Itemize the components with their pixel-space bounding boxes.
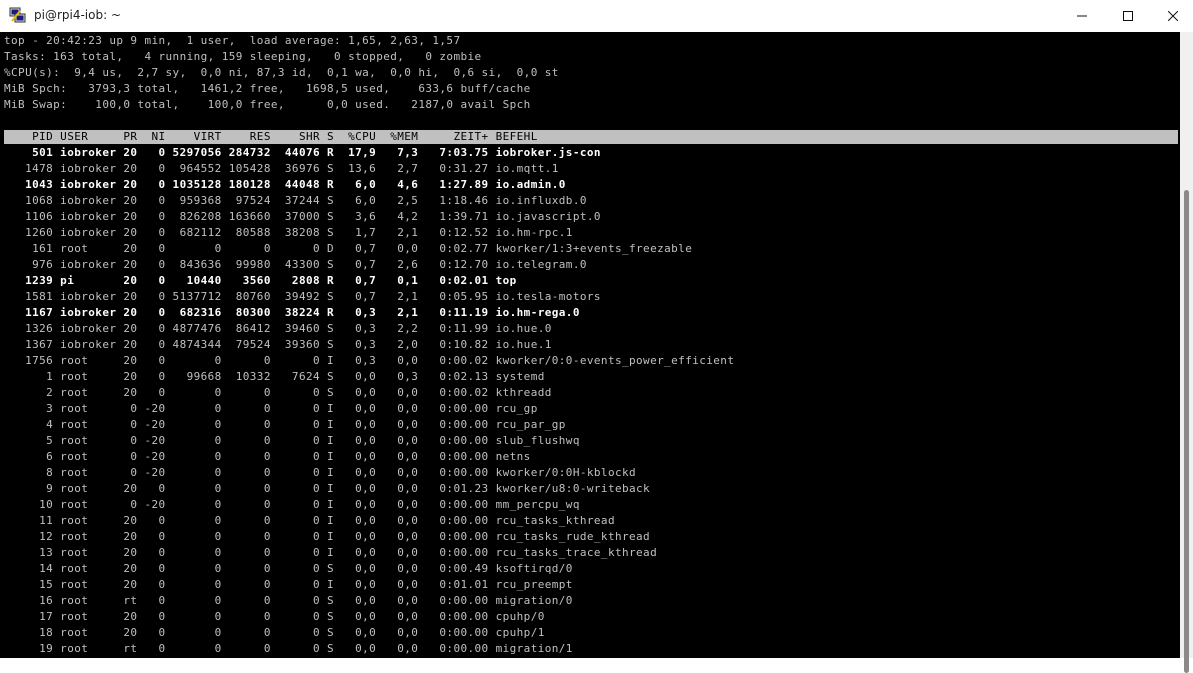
process-row: 1 root 20 0 99668 10332 7624 S 0,0 0,3 0… (4, 370, 545, 383)
process-row: 4 root 0 -20 0 0 0 I 0,0 0,0 0:00.00 rcu… (4, 418, 566, 431)
process-row: 501 iobroker 20 0 5297056 284732 44076 R… (4, 146, 601, 159)
vertical-scrollbar[interactable] (1180, 32, 1193, 673)
summary-swap-line: MiB Swap: 100,0 total, 100,0 free, 0,0 u… (4, 98, 531, 111)
close-icon (1168, 11, 1178, 21)
process-row: 1326 iobroker 20 0 4877476 86412 39460 S… (4, 322, 552, 335)
process-row: 1581 iobroker 20 0 5137712 80760 39492 S… (4, 290, 601, 303)
summary-cpu-line: %CPU(s): 9,4 us, 2,7 sy, 0,0 ni, 87,3 id… (4, 66, 559, 79)
process-row: 1239 pi 20 0 10440 3560 2808 R 0,7 0,1 0… (4, 274, 517, 287)
process-row: 14 root 20 0 0 0 0 S 0,0 0,0 0:00.49 kso… (4, 562, 573, 575)
process-row: 1260 iobroker 20 0 682112 80588 38208 S … (4, 226, 573, 239)
process-row: 8 root 0 -20 0 0 0 I 0,0 0,0 0:00.00 kwo… (4, 466, 637, 479)
close-button[interactable] (1150, 0, 1193, 32)
process-row: 6 root 0 -20 0 0 0 I 0,0 0,0 0:00.00 net… (4, 450, 531, 463)
process-row: 1367 iobroker 20 0 4874344 79524 39360 S… (4, 338, 552, 351)
process-row: 15 root 20 0 0 0 0 I 0,0 0,0 0:01.01 rcu… (4, 578, 573, 591)
process-row: 16 root rt 0 0 0 0 S 0,0 0,0 0:00.00 mig… (4, 594, 573, 607)
process-row: 1068 iobroker 20 0 959368 97524 37244 S … (4, 194, 587, 207)
minimize-button[interactable] (1059, 0, 1105, 32)
window-title: pi@rpi4-iob: ~ (34, 8, 122, 22)
process-row: 10 root 0 -20 0 0 0 I 0,0 0,0 0:00.00 mm… (4, 498, 580, 511)
minimize-icon (1077, 15, 1087, 17)
process-row: 1756 root 20 0 0 0 0 I 0,3 0,0 0:00.02 k… (4, 354, 735, 367)
terminal-screen[interactable]: top - 20:42:23 up 9 min, 1 user, load av… (0, 32, 1180, 658)
process-row: 5 root 0 -20 0 0 0 I 0,0 0,0 0:00.00 slu… (4, 434, 580, 447)
process-row: 1478 iobroker 20 0 964552 105428 36976 S… (4, 162, 559, 175)
process-row: 9 root 20 0 0 0 0 I 0,0 0,0 0:01.23 kwor… (4, 482, 651, 495)
process-row: 17 root 20 0 0 0 0 S 0,0 0,0 0:00.00 cpu… (4, 610, 545, 623)
process-row: 13 root 20 0 0 0 0 I 0,0 0,0 0:00.00 rcu… (4, 546, 658, 559)
process-row: 12 root 20 0 0 0 0 I 0,0 0,0 0:00.00 rcu… (4, 530, 651, 543)
scrollbar-thumb[interactable] (1184, 190, 1189, 673)
process-row: 1106 iobroker 20 0 826208 163660 37000 S… (4, 210, 601, 223)
process-row: 3 root 0 -20 0 0 0 I 0,0 0,0 0:00.00 rcu… (4, 402, 538, 415)
summary-mem-line: MiB Spch: 3793,3 total, 1461,2 free, 169… (4, 82, 531, 95)
summary-tasks-line: Tasks: 163 total, 4 running, 159 sleepin… (4, 50, 482, 63)
process-row: 1167 iobroker 20 0 682316 80300 38224 R … (4, 306, 580, 319)
process-row: 19 root rt 0 0 0 0 S 0,0 0,0 0:00.00 mig… (4, 642, 573, 655)
maximize-button[interactable] (1105, 0, 1151, 32)
process-row: 976 iobroker 20 0 843636 99980 43300 S 0… (4, 258, 587, 271)
title-bar: pi@rpi4-iob: ~ (0, 0, 1193, 32)
process-row: 18 root 20 0 0 0 0 S 0,0 0,0 0:00.00 cpu… (4, 626, 545, 639)
maximize-icon (1123, 11, 1133, 21)
process-row: 161 root 20 0 0 0 0 D 0,7 0,0 0:02.77 kw… (4, 242, 693, 255)
process-row: 11 root 20 0 0 0 0 I 0,0 0,0 0:00.00 rcu… (4, 514, 615, 527)
process-row: 2 root 20 0 0 0 0 S 0,0 0,0 0:00.02 kthr… (4, 386, 552, 399)
column-header-row: PID USER PR NI VIRT RES SHR S %CPU %MEM … (4, 130, 538, 143)
putty-icon[interactable] (9, 6, 27, 24)
process-row: 1043 iobroker 20 0 1035128 180128 44048 … (4, 178, 566, 191)
summary-uptime-line: top - 20:42:23 up 9 min, 1 user, load av… (4, 34, 461, 47)
